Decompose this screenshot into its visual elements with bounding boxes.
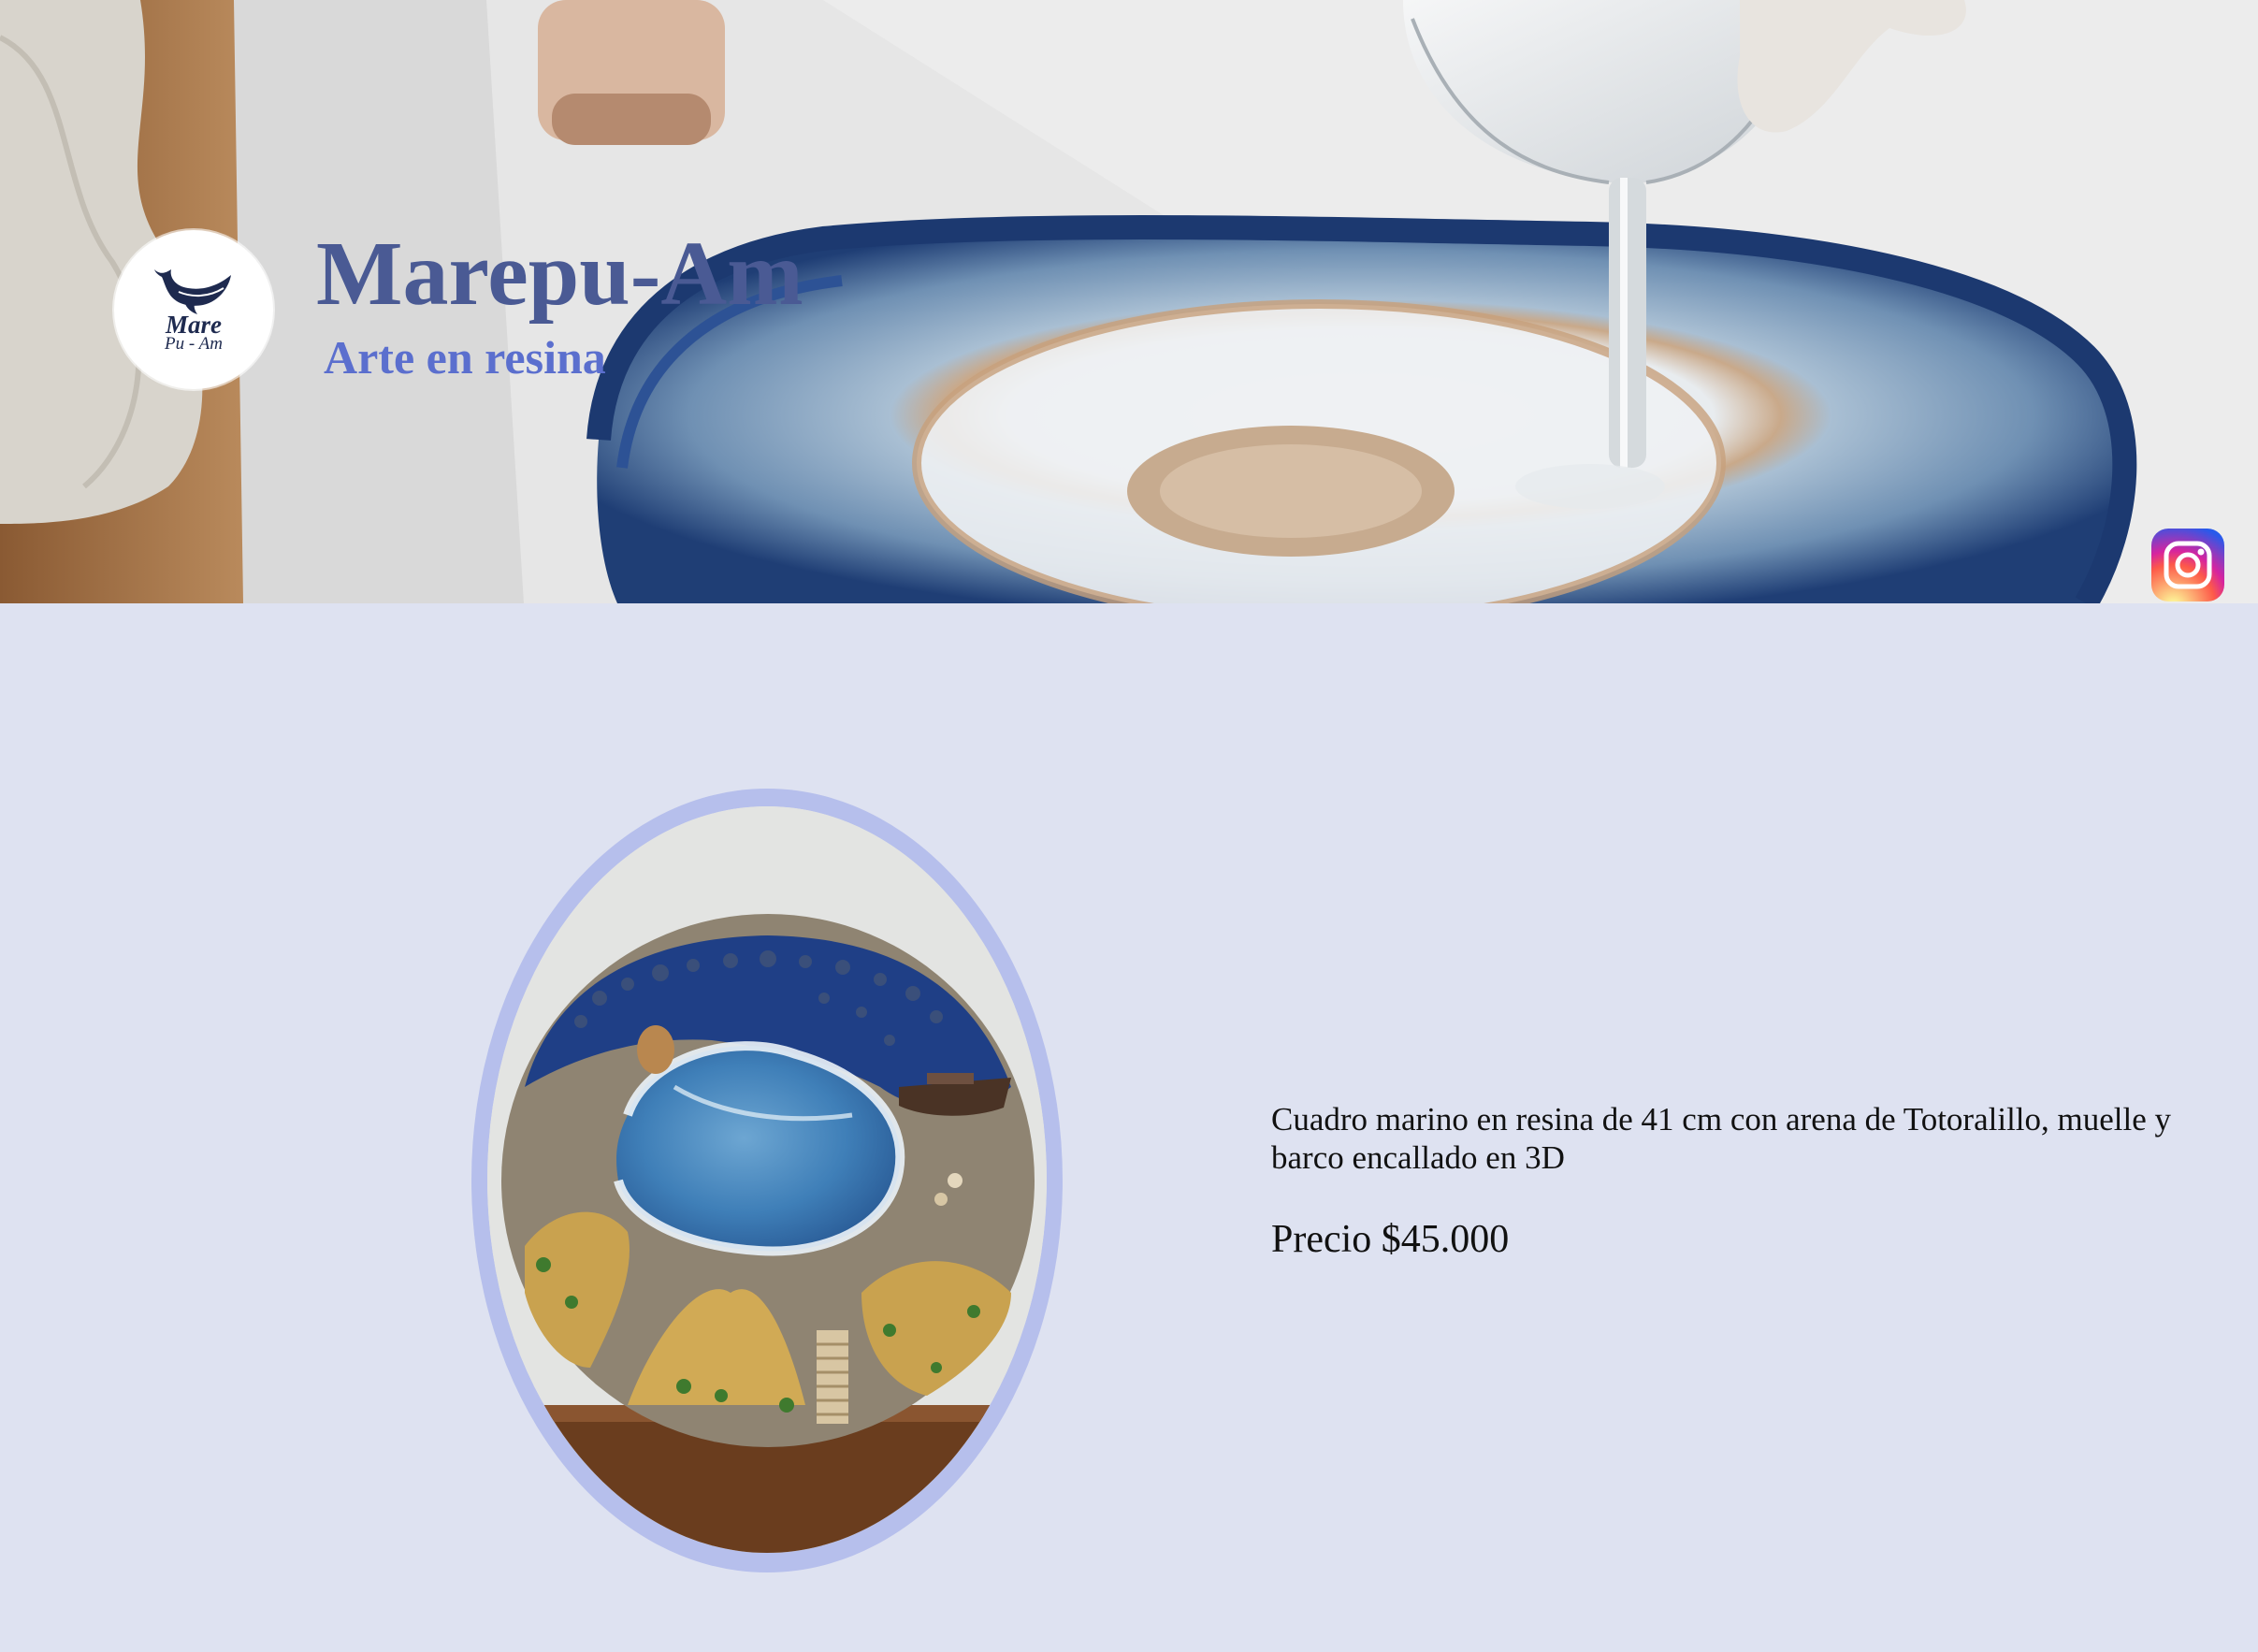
hero-banner: Mare Pu - Am Marepu-Am Arte en resina <box>0 0 2258 603</box>
logo-text-line1: Mare <box>166 311 222 339</box>
product-image[interactable] <box>487 806 1047 1553</box>
product-price: Precio $45.000 <box>1271 1218 1510 1261</box>
site-title: Marepu-Am <box>316 224 803 325</box>
product-description: Cuadro marino en resina de 41 cm con are… <box>1271 1101 2172 1176</box>
instagram-link[interactable] <box>2151 529 2224 601</box>
whale-icon <box>154 269 231 314</box>
resin-artwork-illustration <box>487 806 1047 1553</box>
instagram-icon <box>2164 541 2212 589</box>
brand-logo[interactable]: Mare Pu - Am <box>114 230 273 389</box>
logo-text-line2: Pu - Am <box>165 334 223 354</box>
site-subtitle: Arte en resina <box>324 331 606 384</box>
